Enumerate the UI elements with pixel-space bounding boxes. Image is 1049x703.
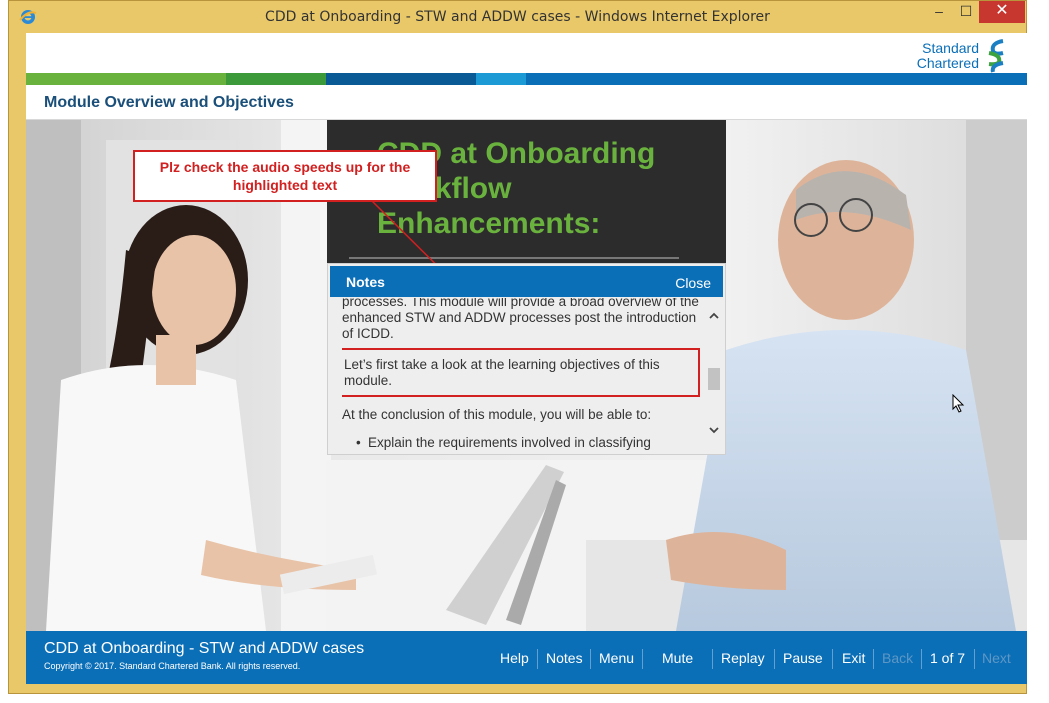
exit-button[interactable]: Exit [842,650,865,666]
nav-divider [712,649,713,669]
copyright-text: Copyright © 2017. Standard Chartered Ban… [44,661,301,671]
course-frame: Standard Chartered Module Overview and O… [26,33,1027,684]
brand-name: Standard Chartered [917,41,979,71]
nav-divider [921,649,922,669]
module-header: Module Overview and Objectives [26,85,1027,120]
course-footer: CDD at Onboarding - STW and ADDW cases C… [26,631,1027,684]
menu-button[interactable]: Menu [599,650,634,666]
brand-line-2: Chartered [916,55,979,71]
notes-close-button[interactable]: Close [675,275,711,291]
replay-button[interactable]: Replay [721,650,765,666]
review-callout: Plz check the audio speeds up for the hi… [133,150,437,202]
color-stripe [26,73,1027,85]
notes-highlighted-paragraph: Let’s first take a look at the learning … [342,348,700,397]
notes-paragraph: processes. This module will provide a br… [342,298,699,341]
course-title: CDD at Onboarding - STW and ADDW cases [44,640,365,657]
scroll-up-icon[interactable] [707,310,721,324]
mouse-cursor-icon [952,394,965,413]
nav-divider [537,649,538,669]
nav-divider [832,649,833,669]
nav-divider [873,649,874,669]
scene-illustration: CDD at Onboarding Workflow Enhancements:… [26,120,1027,631]
back-button[interactable]: Back [882,650,913,666]
pause-button[interactable]: Pause [783,650,823,666]
brand-logo-block: Standard Chartered [897,39,1017,75]
next-button[interactable]: Next [982,650,1011,666]
nav-divider [974,649,975,669]
notes-paragraph: At the conclusion of this module, you wi… [342,407,652,422]
scroll-down-icon[interactable] [707,424,721,438]
standard-chartered-logo-icon [988,39,1004,73]
notes-button[interactable]: Notes [546,650,583,666]
maximize-button[interactable]: ☐ [953,1,979,23]
nav-divider [642,649,643,669]
close-window-button[interactable]: ✕ [979,1,1025,23]
help-button[interactable]: Help [500,650,529,666]
minimize-button[interactable]: – [925,1,953,23]
notes-title: Notes [346,274,385,290]
browser-window: CDD at Onboarding - STW and ADDW cases -… [8,0,1027,694]
title-bar: CDD at Onboarding - STW and ADDW cases -… [9,1,1026,33]
module-title: Module Overview and Objectives [44,94,294,111]
scrollbar-thumb[interactable] [708,368,720,390]
mute-button[interactable]: Mute [662,650,693,666]
page-indicator: 1 of 7 [930,650,966,666]
window-title: CDD at Onboarding - STW and ADDW cases -… [265,9,770,25]
footer-nav: Help Notes Menu Mute Replay Pause Exit B… [487,649,1027,670]
notes-header: Notes Close [330,266,723,297]
card-divider [349,257,679,259]
brand-line-1: Standard [922,40,979,56]
nav-divider [590,649,591,669]
notes-body[interactable]: processes. This module will provide a br… [342,298,704,454]
notes-panel: Notes Close processes. This module will … [327,263,726,455]
notes-bullet: Explain the requirements involved in cla… [342,435,704,451]
nav-divider [774,649,775,669]
